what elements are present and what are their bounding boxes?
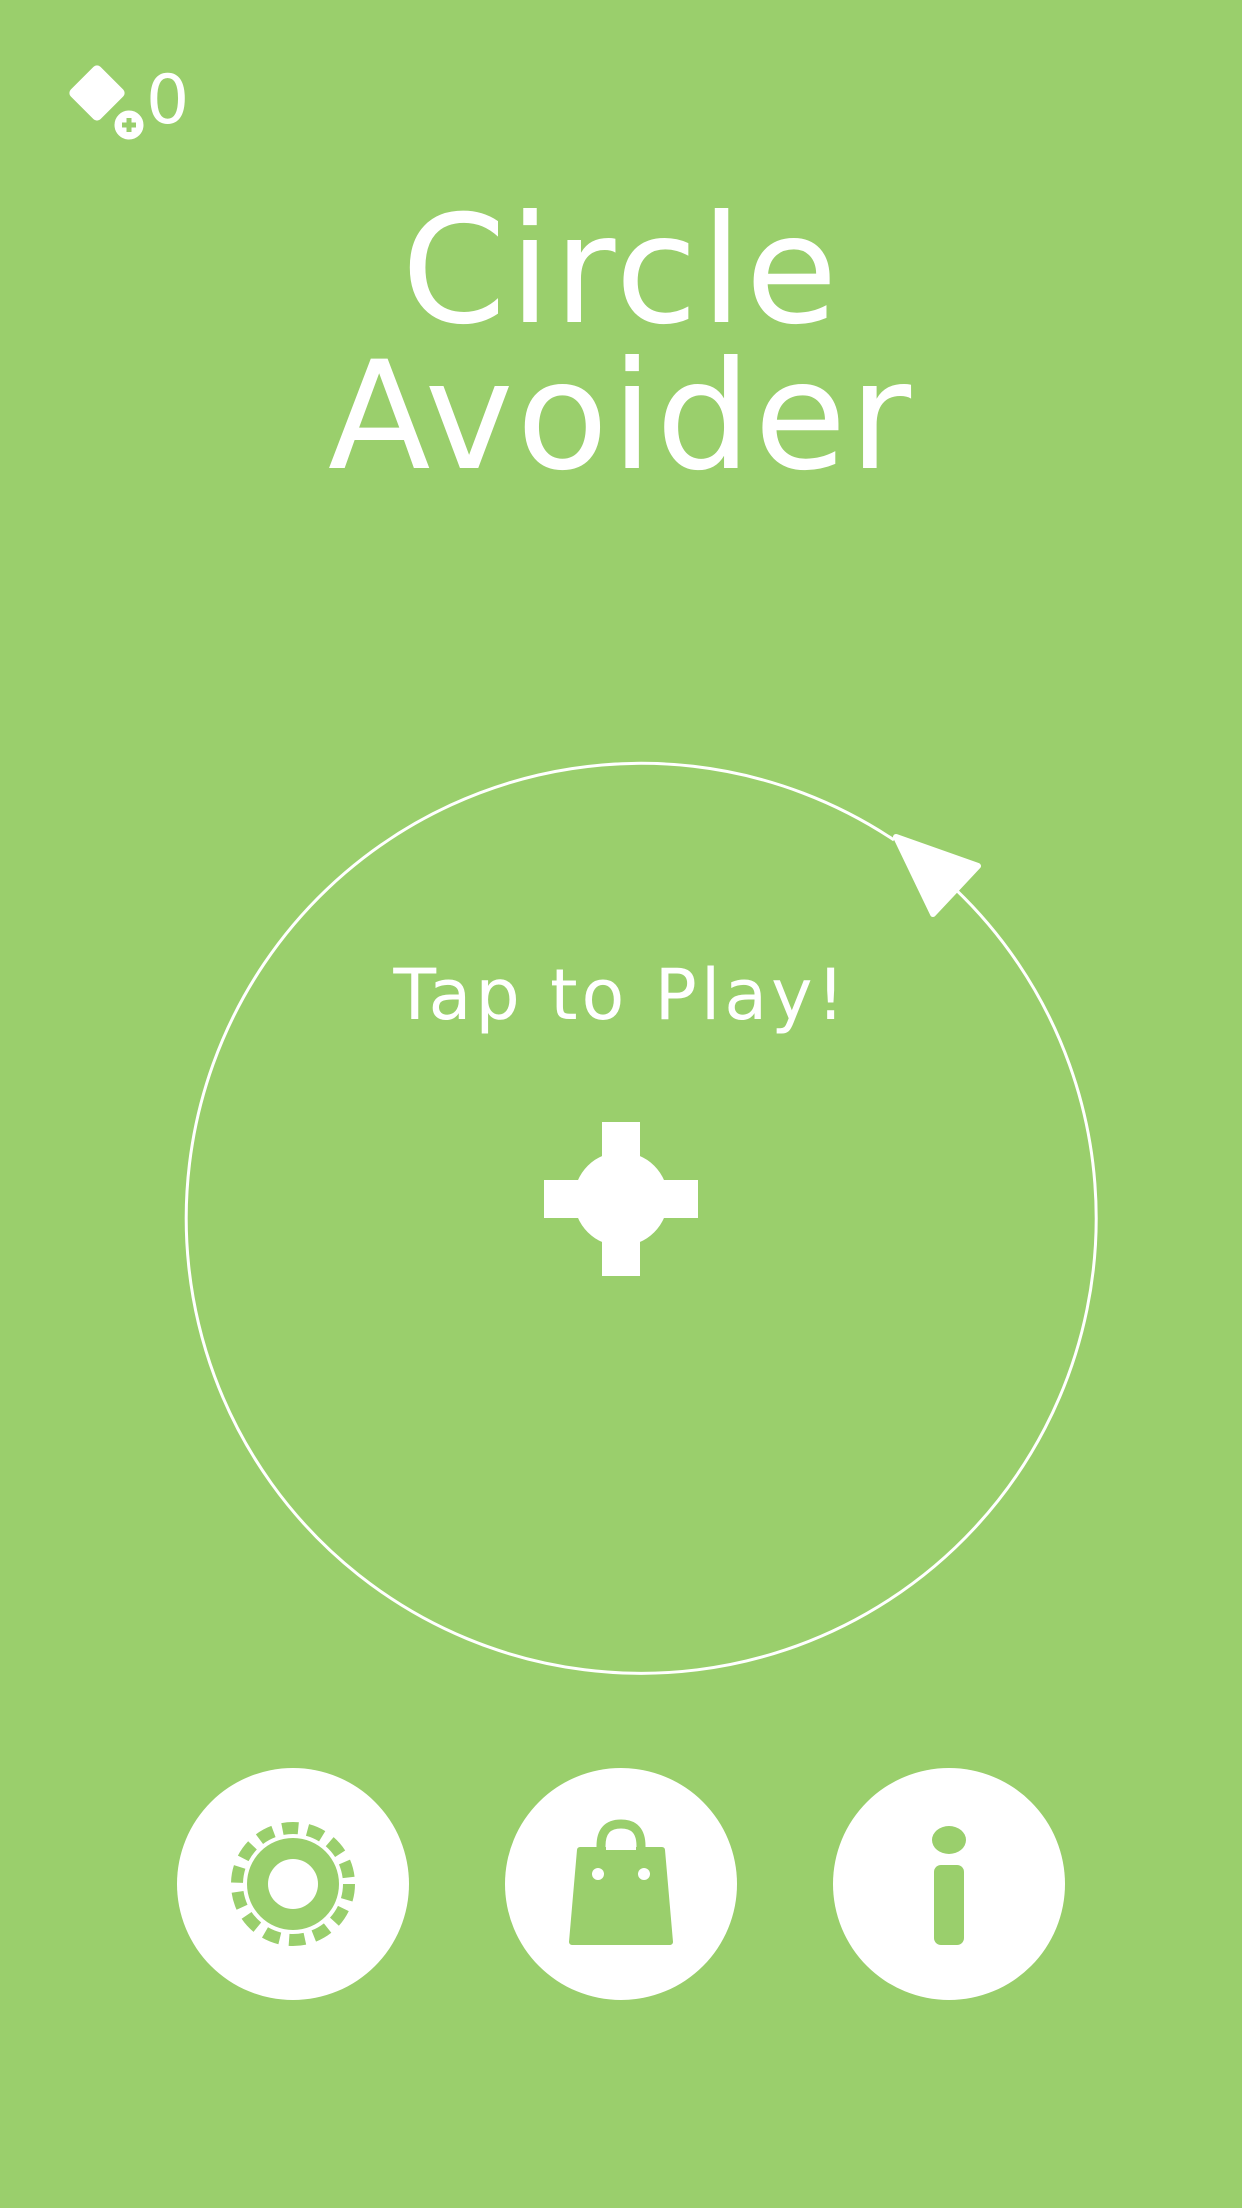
shop-button[interactable]	[505, 1768, 737, 2000]
gem-count: 0	[146, 61, 190, 140]
gem-counter: 0	[62, 58, 189, 148]
shopping-bag-icon	[569, 1819, 673, 1945]
settings-button[interactable]	[177, 1768, 409, 2000]
tap-to-play-prompt[interactable]: Tap to Play!	[0, 955, 1242, 1035]
info-icon	[932, 1826, 966, 1945]
cross-circle-player-icon	[544, 1122, 698, 1276]
title-line-2: Avoider	[327, 330, 915, 504]
info-button[interactable]	[833, 1768, 1065, 2000]
gem-plus-icon	[69, 65, 149, 145]
gear-icon	[231, 1822, 355, 1946]
game-title: Circle Avoider	[0, 184, 1242, 504]
title-line-1: Circle	[401, 184, 841, 358]
triangle-arrow-icon	[893, 834, 981, 917]
